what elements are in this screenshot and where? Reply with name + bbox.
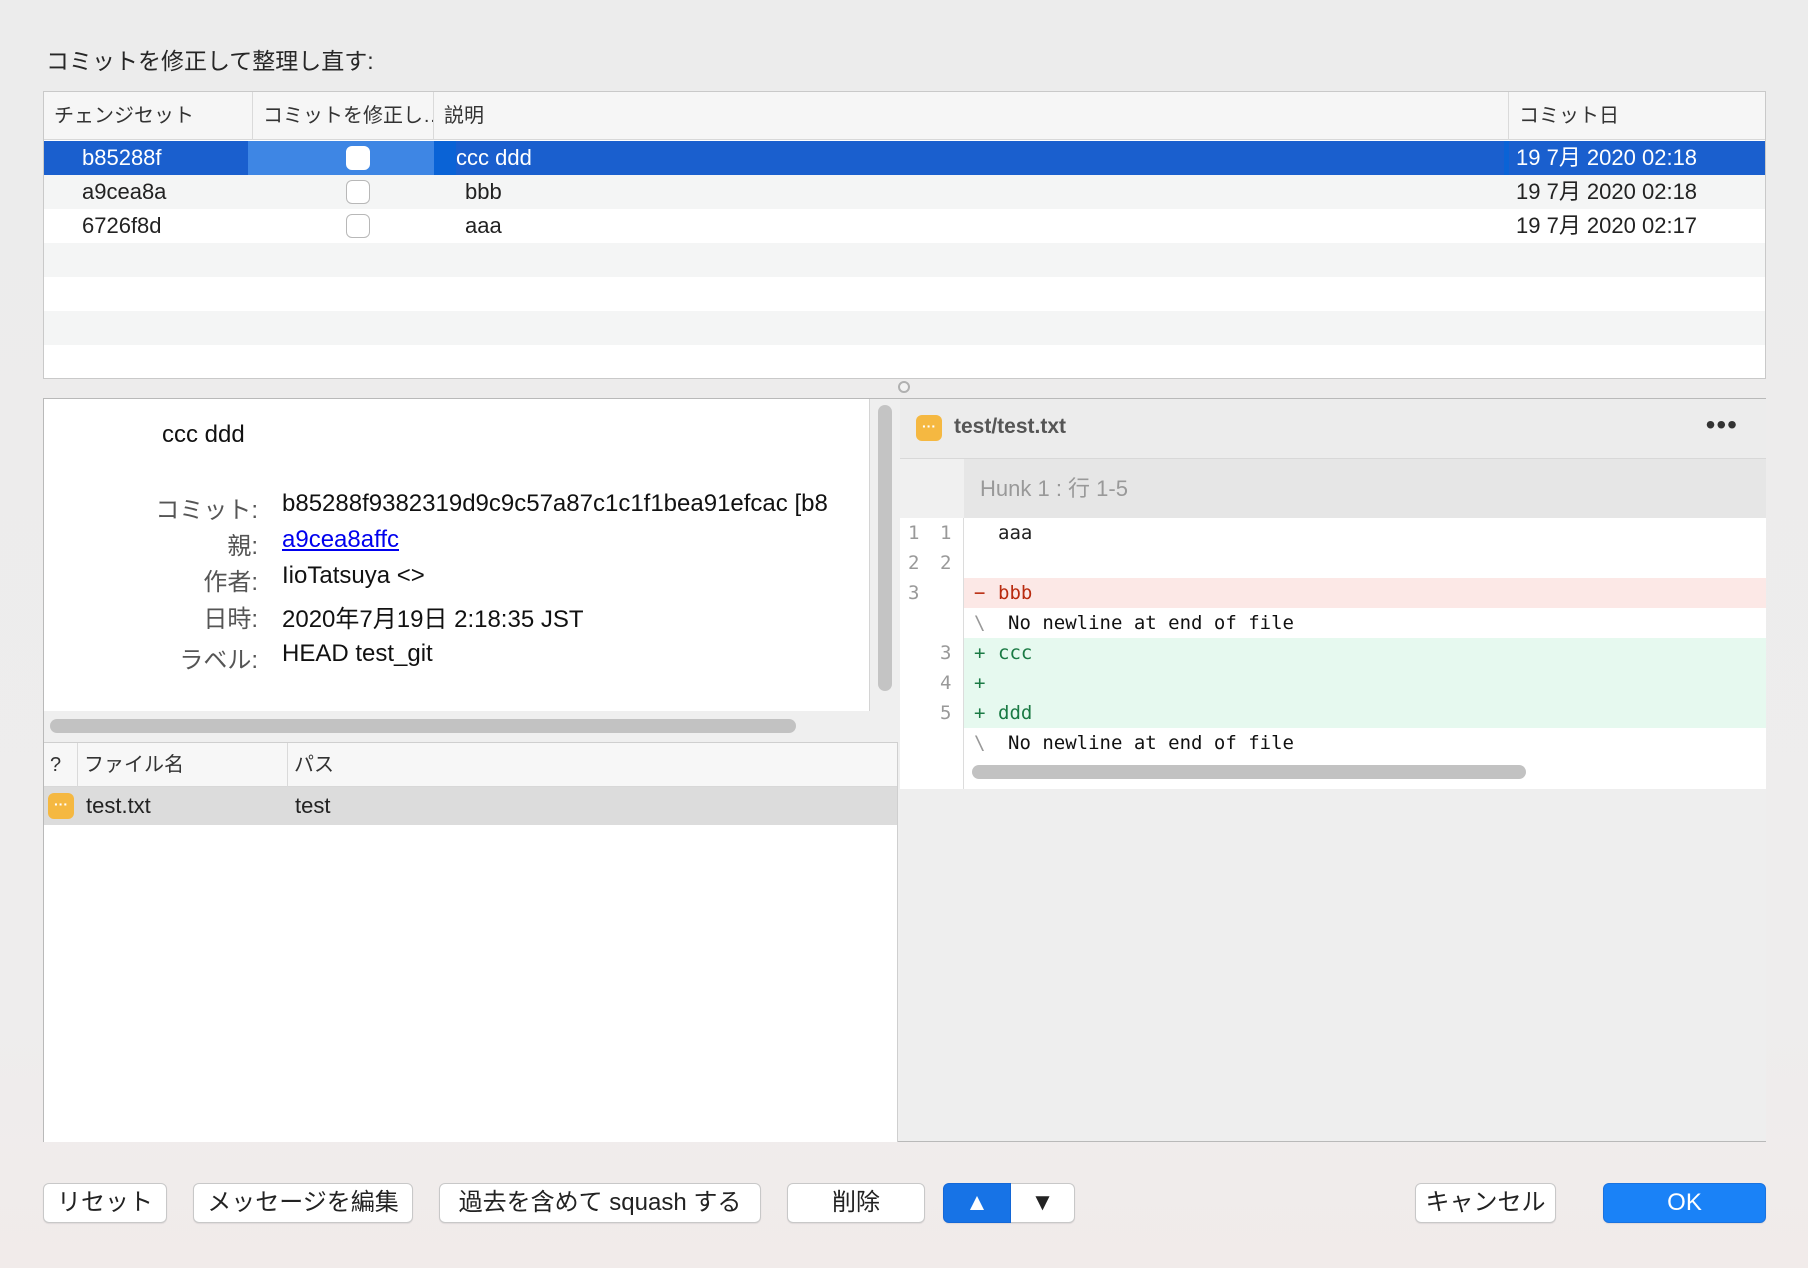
move-up-button[interactable]: ▲	[943, 1183, 1011, 1223]
commit-details: ccc ddd コミット: b85288f9382319d9c9c57a87c1…	[44, 399, 870, 711]
line-text: bbb	[998, 582, 1033, 604]
author-label: 作者:	[203, 569, 258, 596]
empty-row	[44, 345, 1765, 378]
empty-row	[44, 243, 1765, 277]
diff-line-added: 5 + ddd	[900, 698, 1766, 728]
addition-marker: +	[974, 702, 986, 724]
new-line-number: 3	[940, 642, 952, 664]
description-cell: bbb	[465, 179, 502, 204]
old-line-number: 2	[908, 552, 920, 574]
commit-row[interactable]: a9cea8a bbb 19 7月 2020 02:18	[44, 175, 1765, 209]
line-text: ddd	[998, 702, 1033, 724]
diff-line-added: 4 +	[900, 668, 1766, 698]
date-value: 2020年7月19日 2:18:35 JST	[282, 606, 584, 633]
new-line-number: 5	[940, 702, 952, 724]
column-header-status[interactable]: ?	[44, 743, 78, 787]
line-text: No newline at end of file	[1008, 732, 1294, 754]
squash-with-previous-button[interactable]: 過去を含めて squash する	[439, 1183, 761, 1223]
line-text: aaa	[998, 522, 1033, 544]
new-line-number: 2	[940, 552, 952, 574]
diff-line-deleted: 3 − bbb	[900, 578, 1766, 608]
empty-row	[44, 277, 1765, 311]
diff-file-path: test/test.txt	[954, 415, 1067, 438]
column-header-commit-date[interactable]: コミット日	[1509, 92, 1765, 140]
details-vertical-scrollbar[interactable]	[878, 405, 892, 691]
file-row[interactable]: ··· test.txt test	[44, 787, 897, 825]
parent-label: 親:	[227, 533, 258, 560]
column-header-amend[interactable]: コミットを修正し…	[253, 92, 434, 140]
date-label: 日時:	[203, 606, 258, 633]
new-line-number: 4	[940, 672, 952, 694]
commit-table-header: チェンジセット コミットを修正し… 説明 コミット日	[44, 92, 1765, 140]
commit-subject: ccc ddd	[162, 421, 245, 448]
delete-button[interactable]: 削除	[787, 1183, 925, 1223]
move-down-button[interactable]: ▼	[1011, 1183, 1075, 1223]
lower-pane: ccc ddd コミット: b85288f9382319d9c9c57a87c1…	[43, 398, 1766, 1142]
reorder-commits-dialog: コミットを修正して整理し直す: チェンジセット コミットを修正し… 説明 コミッ…	[0, 0, 1808, 1268]
commit-table: チェンジセット コミットを修正し… 説明 コミット日 b85288f ccc d…	[43, 91, 1766, 379]
commit-row[interactable]: b85288f ccc ddd 19 7月 2020 02:18	[44, 141, 1765, 175]
new-line-number: 1	[940, 522, 952, 544]
diff-body: Hunk 1 : 行 1-5 1 1 aaa 2 2 3 − bbb \ No …	[900, 459, 1766, 789]
file-list: ? ファイル名 パス ··· test.txt test	[44, 742, 898, 1142]
column-header-filename[interactable]: ファイル名	[78, 743, 288, 787]
edit-message-button[interactable]: メッセージを編集	[193, 1183, 413, 1223]
addition-marker: +	[974, 642, 986, 664]
column-header-changeset[interactable]: チェンジセット	[44, 92, 253, 140]
old-line-number: 1	[908, 522, 920, 544]
commit-label: コミット:	[155, 497, 258, 524]
changeset-cell: b85288f	[44, 141, 248, 175]
changeset-cell: 6726f8d	[82, 213, 162, 238]
commit-date-cell: 19 7月 2020 02:17	[1516, 213, 1698, 238]
commit-row[interactable]: 6726f8d aaa 19 7月 2020 02:17	[44, 209, 1765, 243]
modified-status-icon: ···	[48, 793, 74, 819]
parent-link[interactable]: a9cea8affc	[282, 526, 399, 554]
changeset-cell: a9cea8a	[82, 179, 167, 204]
empty-row	[44, 311, 1765, 345]
description-cell: aaa	[465, 213, 502, 238]
column-header-path[interactable]: パス	[288, 743, 588, 787]
diff-horizontal-scrollbar[interactable]	[972, 765, 1526, 779]
commit-date-cell: 19 7月 2020 02:18	[1516, 179, 1698, 204]
line-text: ccc	[998, 642, 1033, 664]
diff-line-note: \ No newline at end of file	[900, 608, 1766, 638]
dialog-heading: コミットを修正して整理し直す:	[46, 48, 374, 74]
commit-hash: b85288f9382319d9c9c57a87c1c1f1bea91efcac…	[282, 490, 828, 517]
deletion-marker: −	[974, 582, 986, 604]
details-horizontal-scrollbar[interactable]	[50, 719, 796, 733]
file-path: test	[295, 793, 331, 818]
diff-line-note: \ No newline at end of file	[900, 728, 1766, 758]
note-marker: \	[974, 732, 986, 754]
old-line-number: 3	[908, 582, 920, 604]
addition-marker: +	[974, 672, 986, 694]
file-list-header: ? ファイル名 パス	[44, 743, 897, 787]
amend-cell	[248, 141, 434, 175]
diff-pane: ··· test/test.txt ••• Hunk 1 : 行 1-5 1 1…	[900, 399, 1766, 1141]
author-value: IioTatsuya <>	[282, 562, 425, 589]
cancel-button[interactable]: キャンセル	[1415, 1183, 1556, 1223]
commit-date-cell: 19 7月 2020 02:18	[1509, 141, 1765, 175]
more-options-icon[interactable]: •••	[1706, 409, 1738, 441]
hunk-gutter	[900, 459, 964, 518]
amend-checkbox[interactable]	[346, 146, 370, 170]
ok-button[interactable]: OK	[1603, 1183, 1766, 1223]
hunk-header: Hunk 1 : 行 1-5	[964, 459, 1766, 518]
line-text: No newline at end of file	[1008, 612, 1294, 634]
file-name: test.txt	[86, 793, 151, 818]
note-marker: \	[974, 612, 986, 634]
diff-line-added: 3 + ccc	[900, 638, 1766, 668]
labels-label: ラベル:	[179, 647, 258, 674]
amend-checkbox[interactable]	[346, 214, 370, 238]
diff-line-context: 2 2	[900, 548, 1766, 578]
column-header-description[interactable]: 説明	[434, 92, 1509, 140]
labels-value: HEAD test_git	[282, 640, 433, 667]
description-cell: ccc ddd	[456, 141, 1504, 175]
split-view-handle[interactable]	[898, 381, 910, 393]
diff-line-context: 1 1 aaa	[900, 518, 1766, 548]
amend-checkbox[interactable]	[346, 180, 370, 204]
modified-status-icon: ···	[916, 415, 942, 441]
diff-header: ··· test/test.txt •••	[900, 399, 1766, 459]
reset-button[interactable]: リセット	[43, 1183, 167, 1223]
